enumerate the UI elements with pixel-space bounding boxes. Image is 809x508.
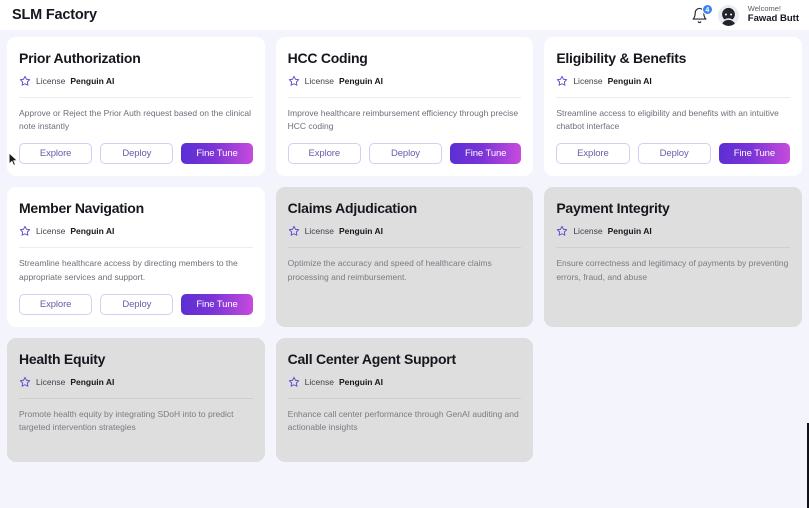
card-actions: Explore Deploy Fine Tune bbox=[19, 293, 253, 315]
deploy-button[interactable]: Deploy bbox=[100, 293, 174, 315]
star-icon bbox=[19, 75, 31, 86]
card-actions: Explore Deploy Fine Tune bbox=[287, 143, 522, 165]
user-name: Fawad Butt bbox=[747, 12, 799, 24]
license-value: Penguin AI bbox=[70, 76, 115, 86]
license-row: License Penguin AI bbox=[556, 225, 790, 237]
model-card[interactable]: Claims Adjudication License Penguin AI Opti… bbox=[275, 187, 534, 327]
card-description: Streamline healthcare access by directin… bbox=[19, 258, 238, 282]
model-card[interactable]: HCC Coding License Penguin AI Improve healt… bbox=[275, 37, 534, 177]
license-label: License bbox=[573, 226, 603, 237]
card-divider bbox=[19, 397, 253, 399]
card-title: Payment Integrity bbox=[556, 200, 670, 217]
deploy-button[interactable]: Deploy bbox=[637, 143, 711, 165]
card-description: Streamline access to eligibility and ben… bbox=[556, 108, 779, 132]
license-label: License bbox=[36, 76, 66, 86]
license-row: License Penguin AI bbox=[19, 75, 253, 87]
card-title: Health Equity bbox=[19, 350, 106, 367]
notification-badge: 4 bbox=[701, 4, 713, 15]
license-value: Penguin AI bbox=[338, 376, 384, 387]
license-value: Penguin AI bbox=[70, 376, 115, 387]
license-label: License bbox=[573, 76, 603, 86]
model-card[interactable]: Eligibility & Benefits License Penguin AI S… bbox=[544, 37, 802, 177]
notifications-button[interactable]: 4 bbox=[691, 4, 713, 24]
card-title: Eligibility & Benefits bbox=[556, 50, 687, 66]
license-label: License bbox=[304, 376, 334, 387]
star-icon bbox=[19, 376, 31, 387]
card-divider bbox=[287, 247, 522, 249]
page-title: SLM Factory bbox=[12, 7, 97, 23]
card-divider bbox=[287, 397, 522, 399]
license-row: License Penguin AI bbox=[556, 75, 790, 87]
star-icon bbox=[557, 75, 568, 86]
explore-button[interactable]: Explore bbox=[19, 293, 93, 315]
model-card[interactable]: Health Equity License Penguin AI Promote he… bbox=[7, 337, 265, 462]
card-description: Enhance call center performance through … bbox=[287, 408, 519, 432]
model-card[interactable]: Member Navigation License Penguin AI Stream… bbox=[7, 187, 265, 327]
card-title: Call Center Agent Support bbox=[287, 350, 456, 367]
fine-tune-button[interactable]: Fine Tune bbox=[181, 143, 253, 165]
model-card[interactable]: Payment Integrity License Penguin AI Ensure… bbox=[544, 187, 802, 327]
card-description: Ensure correctness and legitimacy of pay… bbox=[556, 258, 789, 282]
license-value: Penguin AI bbox=[70, 226, 115, 237]
card-actions: Explore Deploy Fine Tune bbox=[556, 143, 790, 165]
license-row: License Penguin AI bbox=[19, 225, 253, 237]
header-actions: 4 Welcome! Fawad Butt bbox=[691, 4, 799, 26]
license-value: Penguin AI bbox=[338, 76, 384, 86]
card-description: Promote health equity by integrating SDo… bbox=[19, 408, 234, 432]
star-icon bbox=[288, 226, 299, 237]
fine-tune-button[interactable]: Fine Tune bbox=[718, 143, 790, 165]
card-description: Approve or Reject the Prior Auth request… bbox=[19, 108, 251, 132]
card-divider bbox=[556, 97, 790, 98]
star-icon bbox=[288, 75, 299, 86]
license-label: License bbox=[36, 226, 66, 237]
license-row: License Penguin AI bbox=[288, 75, 522, 87]
card-actions: Explore Deploy Fine Tune bbox=[19, 143, 253, 165]
model-card[interactable]: Prior Authorization License Penguin AI Appr… bbox=[7, 37, 265, 177]
license-label: License bbox=[36, 376, 66, 387]
explore-button[interactable]: Explore bbox=[556, 143, 630, 165]
welcome-block: Welcome! Fawad Butt bbox=[748, 5, 799, 25]
card-divider bbox=[287, 97, 522, 98]
license-row: License Penguin AI bbox=[288, 225, 522, 237]
deploy-button[interactable]: Deploy bbox=[368, 143, 443, 165]
card-title: HCC Coding bbox=[287, 50, 368, 66]
explore-button[interactable]: Explore bbox=[19, 143, 93, 165]
card-description: Optimize the accuracy and speed of healt… bbox=[287, 258, 492, 282]
star-icon bbox=[557, 226, 568, 237]
card-divider bbox=[19, 97, 253, 98]
star-icon bbox=[19, 226, 31, 237]
deploy-button[interactable]: Deploy bbox=[100, 143, 174, 165]
app-header: SLM Factory 4 Welcome! Fawad Butt bbox=[0, 0, 809, 30]
star-icon bbox=[288, 376, 299, 387]
explore-button[interactable]: Explore bbox=[287, 143, 361, 165]
model-card-grid: Prior Authorization License Penguin AI Appr… bbox=[7, 37, 802, 462]
card-title: Prior Authorization bbox=[19, 50, 141, 66]
avatar[interactable] bbox=[717, 4, 739, 26]
card-divider bbox=[556, 247, 790, 249]
license-row: License Penguin AI bbox=[288, 376, 522, 388]
license-value: Penguin AI bbox=[607, 226, 652, 237]
card-description: Improve healthcare reimbursement efficie… bbox=[287, 108, 519, 132]
model-card[interactable]: Call Center Agent Support License Penguin … bbox=[275, 337, 534, 462]
license-value: Penguin AI bbox=[607, 76, 652, 86]
fine-tune-button[interactable]: Fine Tune bbox=[181, 293, 253, 315]
card-title: Member Navigation bbox=[19, 200, 144, 217]
fine-tune-button[interactable]: Fine Tune bbox=[450, 143, 522, 165]
license-label: License bbox=[304, 226, 334, 237]
license-row: License Penguin AI bbox=[19, 376, 253, 388]
card-divider bbox=[19, 247, 253, 249]
card-title: Claims Adjudication bbox=[287, 200, 418, 217]
main-content: Prior Authorization License Penguin AI Appr… bbox=[0, 30, 809, 462]
license-label: License bbox=[304, 76, 334, 86]
user-avatar-icon bbox=[717, 4, 739, 26]
license-value: Penguin AI bbox=[338, 226, 384, 237]
